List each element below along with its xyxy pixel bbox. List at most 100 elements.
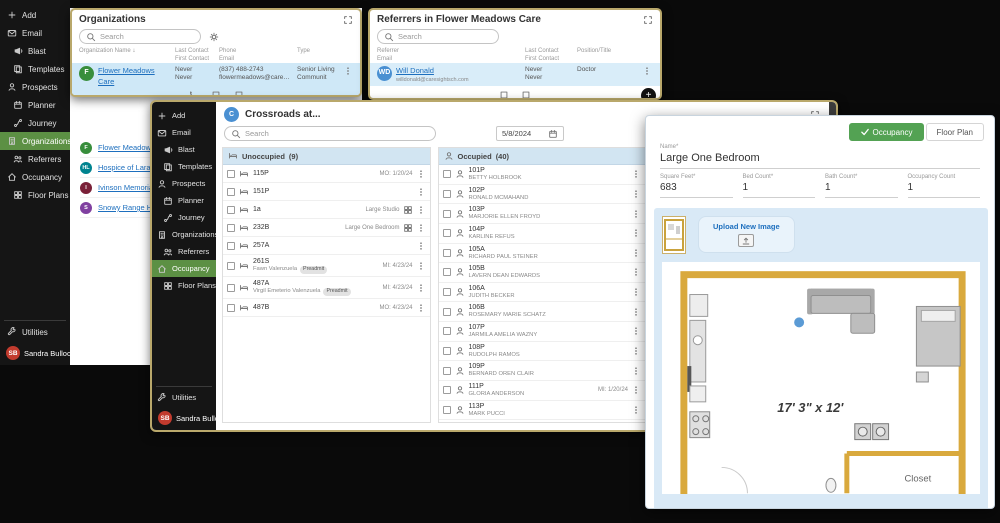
row-checkbox[interactable] — [443, 367, 451, 375]
row-menu-icon[interactable] — [631, 326, 641, 336]
search-input[interactable] — [100, 32, 194, 41]
row-menu-icon[interactable] — [416, 187, 426, 197]
resident-row[interactable]: 108P RUDOLPH RAMOS — [439, 342, 646, 362]
unit-row[interactable]: 261S Fawn Valenzuela Preadmit MI: 4/23/2… — [223, 255, 430, 277]
row-menu-icon[interactable] — [416, 283, 426, 293]
expand-icon[interactable] — [343, 15, 353, 25]
row-checkbox[interactable] — [443, 190, 451, 198]
sidebar-item[interactable]: Referrers — [0, 150, 70, 168]
row-checkbox[interactable] — [443, 308, 451, 316]
form-field[interactable]: Square Feet* 683 — [660, 174, 733, 198]
name-field[interactable]: Name* Large One Bedroom — [646, 141, 994, 169]
settings-icon[interactable] — [209, 32, 219, 42]
row-menu-icon[interactable] — [416, 303, 426, 313]
sidebar-item[interactable]: Occupancy — [152, 260, 216, 277]
page-icon[interactable] — [499, 90, 509, 100]
sidebar-item[interactable]: Prospects — [0, 78, 70, 96]
resident-row[interactable]: 105A RICHARD PAUL STEINER — [439, 244, 646, 264]
row-checkbox[interactable] — [227, 284, 235, 292]
sidebar-item[interactable]: Referrers — [152, 243, 216, 260]
calendar-icon[interactable] — [548, 129, 558, 139]
row-checkbox[interactable] — [443, 229, 451, 237]
row-menu-icon[interactable] — [416, 169, 426, 179]
row-menu-icon[interactable] — [641, 66, 653, 76]
unit-row[interactable]: 151P — [223, 183, 430, 201]
search-input[interactable] — [245, 129, 429, 138]
row-checkbox[interactable] — [443, 288, 451, 296]
sidebar-item[interactable]: Add — [0, 6, 70, 24]
row-checkbox[interactable] — [227, 170, 235, 178]
sidebar-item[interactable]: Planner — [0, 96, 70, 114]
page-icon[interactable] — [234, 90, 244, 97]
resident-row[interactable]: 116P EDIE OLIVER — [439, 420, 646, 422]
form-field[interactable]: Bath Count* 1 — [825, 174, 898, 198]
unit-row[interactable]: 487B MO: 4/23/24 — [223, 299, 430, 317]
resident-row[interactable]: 106B ROSEMARY MARIE SCHATZ — [439, 302, 646, 322]
resident-row[interactable]: 105B LAVERN DEAN EDWARDS — [439, 263, 646, 283]
row-checkbox[interactable] — [227, 262, 235, 270]
floorplan-thumbnail[interactable] — [662, 216, 686, 254]
sidebar-item[interactable]: Email — [152, 124, 216, 141]
row-checkbox[interactable] — [227, 224, 235, 232]
row-menu-icon[interactable] — [631, 169, 641, 179]
resident-row[interactable]: 103P MARJORIE ELLEN FROYD — [439, 204, 646, 224]
unit-row[interactable]: 257A — [223, 237, 430, 255]
page-icon[interactable] — [521, 90, 531, 100]
resident-row[interactable]: 109P BERNARD OREN CLAIR — [439, 361, 646, 381]
floorplan-icon[interactable] — [403, 223, 413, 233]
row-checkbox[interactable] — [443, 406, 451, 414]
row-checkbox[interactable] — [227, 188, 235, 196]
sidebar-item[interactable]: Templates — [152, 158, 216, 175]
referrer-link[interactable]: Will Donald — [396, 66, 469, 77]
sidebar-item[interactable]: Planner — [152, 192, 216, 209]
row-menu-icon[interactable] — [631, 248, 641, 258]
row-menu-icon[interactable] — [631, 287, 641, 297]
column-organization-name[interactable]: Organization Name ↓ — [79, 48, 171, 56]
sidebar-item[interactable]: Add — [152, 107, 216, 124]
row-checkbox[interactable] — [443, 210, 451, 218]
row-checkbox[interactable] — [443, 268, 451, 276]
resident-row[interactable]: 106A JUDITH BECKER — [439, 283, 646, 303]
row-menu-icon[interactable] — [343, 66, 353, 76]
sidebar-item[interactable]: Organizations — [152, 226, 216, 243]
sidebar-item[interactable]: Floor Plans — [152, 277, 216, 294]
resident-row[interactable]: 102P RONALD MCMAHAND — [439, 185, 646, 205]
form-field[interactable]: Occupancy Count 1 — [908, 174, 981, 198]
sidebar-item[interactable]: Prospects — [152, 175, 216, 192]
sidebar-item-utilities[interactable]: Utilities — [0, 323, 70, 341]
row-checkbox[interactable] — [443, 249, 451, 257]
unit-row[interactable]: 1a Large Studio — [223, 201, 430, 219]
resident-row[interactable]: 104P KARLINE REFUS — [439, 224, 646, 244]
user-menu[interactable]: SB Sandra Bullock — [152, 406, 216, 430]
add-referrer-button[interactable]: + — [641, 88, 656, 100]
resident-row[interactable]: 107P JARMILA AMELIA WAZNY — [439, 322, 646, 342]
resident-row[interactable]: 111P GLORIA ANDERSON MI: 1/20/24 — [439, 381, 646, 401]
row-checkbox[interactable] — [227, 206, 235, 214]
upload-new-image-button[interactable]: Upload New Image — [698, 216, 795, 253]
sidebar-item[interactable]: Blast — [0, 42, 70, 60]
row-menu-icon[interactable] — [631, 405, 641, 415]
sidebar-item[interactable]: Floor Plans — [0, 186, 70, 204]
table-row[interactable]: F Flower Meadows Care NeverNever (837) 4… — [72, 63, 360, 97]
sidebar-item[interactable]: Templates — [0, 60, 70, 78]
sidebar-item[interactable]: Occupancy — [0, 168, 70, 186]
call-icon[interactable] — [188, 90, 198, 97]
row-menu-icon[interactable] — [631, 385, 641, 395]
user-menu[interactable]: SB Sandra Bullock — [0, 341, 70, 365]
row-menu-icon[interactable] — [631, 346, 641, 356]
row-menu-icon[interactable] — [631, 366, 641, 376]
row-checkbox[interactable] — [443, 170, 451, 178]
sidebar-item[interactable]: Journey — [152, 209, 216, 226]
row-menu-icon[interactable] — [416, 223, 426, 233]
row-menu-icon[interactable] — [631, 209, 641, 219]
sidebar-item[interactable]: Organizations — [0, 132, 70, 150]
tab-occupancy[interactable]: Occupancy — [849, 123, 924, 141]
row-menu-icon[interactable] — [416, 241, 426, 251]
search-input[interactable] — [398, 32, 492, 41]
row-checkbox[interactable] — [443, 386, 451, 394]
unit-row[interactable]: 115P MO: 1/20/24 — [223, 165, 430, 183]
unit-row[interactable]: 487A Virgil Emeterio Valenzuela Preadmit… — [223, 277, 430, 299]
organization-link[interactable]: Flower Meadows Care — [98, 66, 171, 87]
row-checkbox[interactable] — [227, 304, 235, 312]
row-menu-icon[interactable] — [631, 307, 641, 317]
